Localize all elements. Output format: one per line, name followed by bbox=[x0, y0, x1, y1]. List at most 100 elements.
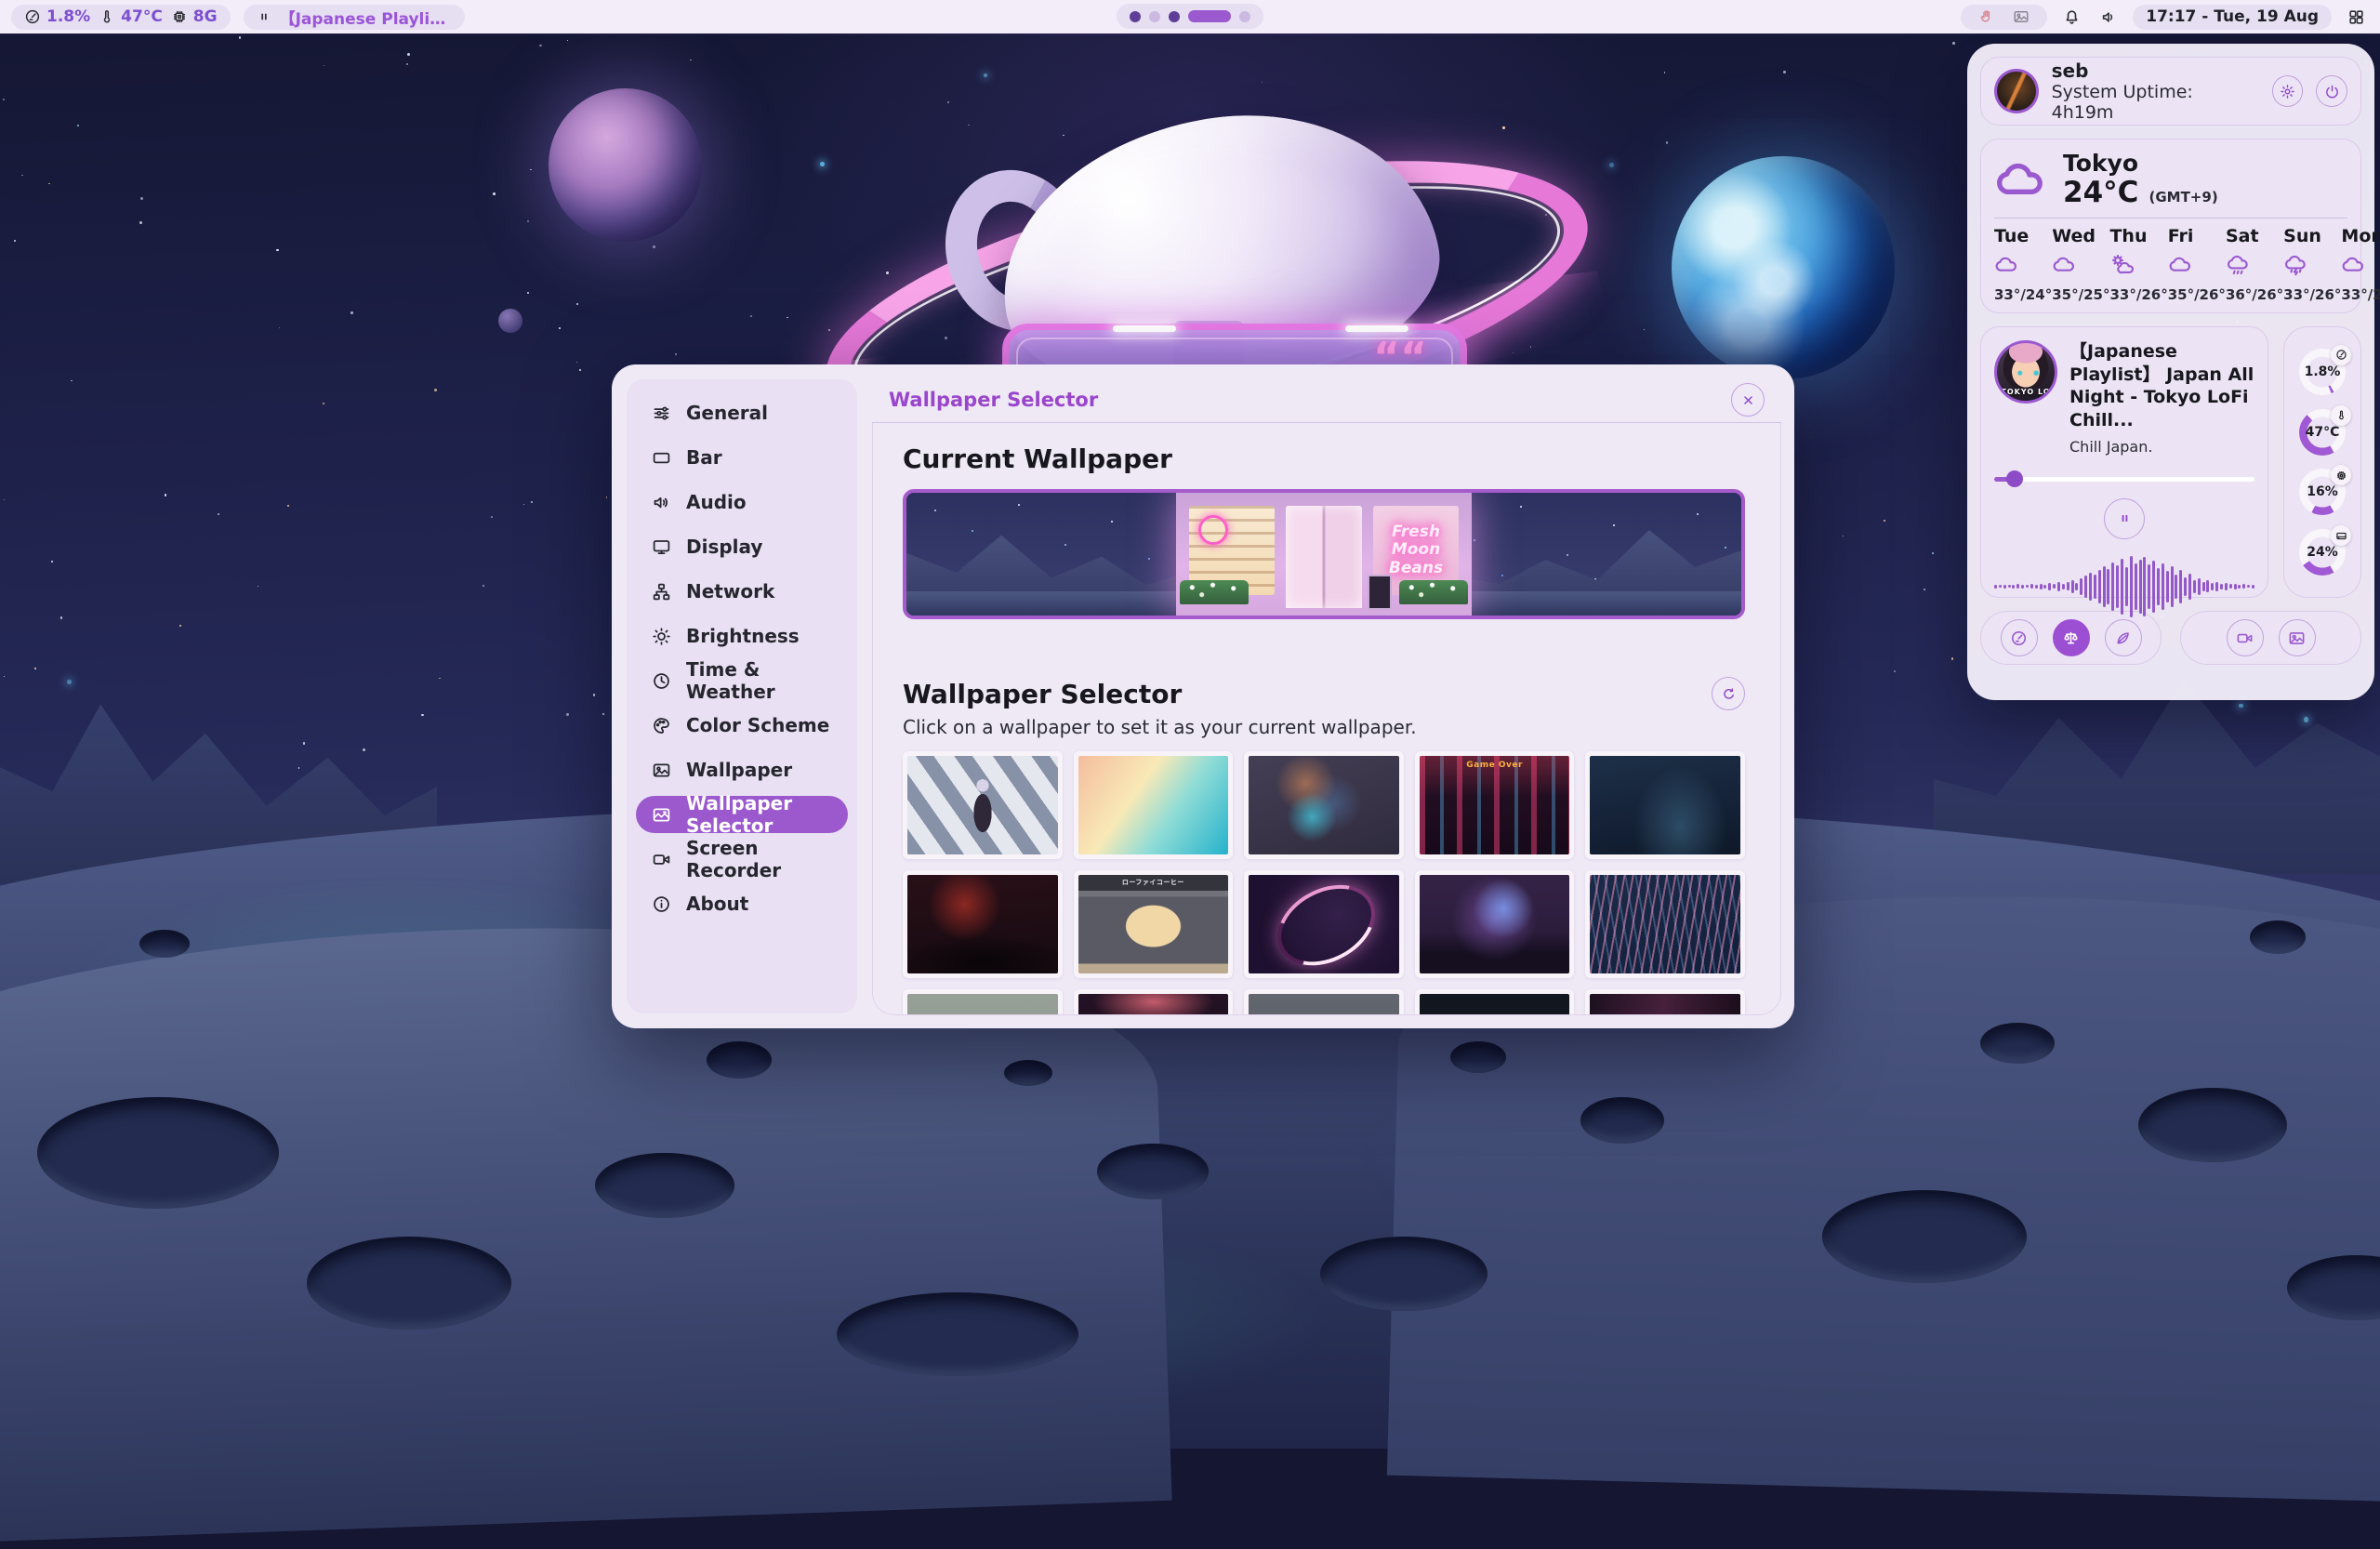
workspace-dot-2[interactable] bbox=[1149, 11, 1160, 22]
wallpaper-art bbox=[1590, 756, 1740, 854]
workspace-dot-3[interactable] bbox=[1169, 11, 1180, 22]
star bbox=[165, 494, 167, 496]
star bbox=[77, 125, 79, 126]
pause-button[interactable] bbox=[2104, 498, 2145, 539]
forecast-day-tue: Tue33°/24° bbox=[1994, 226, 2052, 303]
notifications-bell-icon[interactable] bbox=[2058, 4, 2084, 30]
star bbox=[750, 315, 752, 317]
power-button[interactable] bbox=[2316, 75, 2347, 107]
crater bbox=[37, 1097, 279, 1209]
top-bar-right: 17:17 - Tue, 19 Aug bbox=[1961, 4, 2369, 30]
refresh-button[interactable] bbox=[1712, 677, 1745, 710]
dashboard-grid-icon[interactable] bbox=[2343, 4, 2369, 30]
wallpaper-art bbox=[1078, 756, 1229, 854]
wallpaper-thumb-plum-gradient[interactable] bbox=[1585, 989, 1745, 1015]
star bbox=[539, 45, 541, 46]
sidebar-item-wallpaper-selector[interactable]: Wallpaper Selector bbox=[636, 796, 848, 833]
waveform-bar bbox=[2215, 582, 2218, 591]
wallpaper-thumb-pastel-gradient[interactable] bbox=[1074, 751, 1234, 859]
slider-thumb[interactable] bbox=[2006, 470, 2023, 487]
tray-image-icon[interactable] bbox=[2008, 4, 2034, 30]
sidebar-item-display[interactable]: Display bbox=[636, 528, 848, 565]
wallpaper-art bbox=[1249, 875, 1399, 973]
power-icon bbox=[2324, 84, 2340, 99]
wallpaper-thumb-aurora-blur[interactable] bbox=[1244, 751, 1404, 859]
day-label: Sat bbox=[2226, 226, 2283, 246]
sidebar-item-time-weather[interactable]: Time & Weather bbox=[636, 662, 848, 699]
star bbox=[218, 513, 219, 515]
workspace-dot-5[interactable] bbox=[1239, 11, 1250, 22]
waveform-bar bbox=[2139, 560, 2142, 614]
waveform-bar bbox=[2130, 556, 2133, 617]
workspace-dot-4[interactable] bbox=[1188, 10, 1231, 22]
cloud-icon bbox=[1994, 152, 2048, 206]
settings-button[interactable] bbox=[2272, 75, 2304, 107]
clock-label: 17:17 - Tue, 19 Aug bbox=[2146, 7, 2319, 26]
star bbox=[350, 311, 352, 313]
wallpaper-art bbox=[1249, 994, 1399, 1015]
volume-icon[interactable] bbox=[2096, 4, 2122, 30]
wallpaper-thumb-cyberpunk-arcade[interactable]: Game Over bbox=[1415, 751, 1575, 859]
wallpaper-tool-button[interactable] bbox=[2279, 619, 2316, 656]
waveform-bar bbox=[2008, 585, 2011, 588]
sidebar-item-label: About bbox=[686, 893, 748, 915]
sidebar-item-bar[interactable]: Bar bbox=[636, 439, 848, 476]
now-playing-pill[interactable]: 【Japanese Playlist】 J... bbox=[244, 5, 465, 30]
cloud-icon bbox=[2168, 252, 2193, 277]
sidebar-item-label: Audio bbox=[686, 491, 747, 513]
sidebar-item-about[interactable]: About bbox=[636, 885, 848, 922]
gauge-icon bbox=[24, 8, 41, 25]
wallpaper-thumb-anime-crosswalk[interactable] bbox=[903, 751, 1063, 859]
sidebar-item-wallpaper[interactable]: Wallpaper bbox=[636, 751, 848, 788]
cloud-weather-icon bbox=[1994, 252, 2052, 282]
wallpaper-thumb-pink-mesh[interactable] bbox=[1585, 870, 1745, 978]
day-label: Tue bbox=[1994, 226, 2052, 246]
music-player-card: TOKYO LO 【Japanese Playlist】 Japan All N… bbox=[1980, 326, 2268, 598]
clock-pill[interactable]: 17:17 - Tue, 19 Aug bbox=[2133, 5, 2332, 30]
pause-icon bbox=[2117, 510, 2133, 526]
waveform-bar bbox=[2103, 566, 2106, 607]
waveform-bar bbox=[1999, 585, 2002, 588]
waveform-bar bbox=[2107, 569, 2109, 604]
waveform-bar bbox=[2247, 585, 2250, 588]
wallpaper-thumb-nebula-forest[interactable] bbox=[1415, 870, 1575, 978]
star bbox=[523, 504, 524, 505]
cafe-planter-left bbox=[1180, 580, 1249, 604]
gauge-thermo: 47°C bbox=[2299, 409, 2346, 456]
sidebar-item-brightness[interactable]: Brightness bbox=[636, 617, 848, 655]
star bbox=[820, 162, 825, 166]
wallpaper-thumb-sage-flat[interactable] bbox=[903, 989, 1063, 1015]
system-gauges-card: 1.8%47°C16%24% bbox=[2283, 326, 2361, 598]
thermo-icon bbox=[2331, 405, 2351, 426]
waveform-bar bbox=[2229, 584, 2232, 589]
tray-hand-icon[interactable] bbox=[1974, 4, 2000, 30]
sidebar-item-audio[interactable]: Audio bbox=[636, 483, 848, 521]
wallpaper-thumb-rose-canopy[interactable] bbox=[1074, 989, 1234, 1015]
settings-main: Wallpaper Selector Current Wallpaper Fre… bbox=[872, 377, 1781, 1015]
wallpaper-thumb-violet-ring[interactable] bbox=[1244, 870, 1404, 978]
sidebar-item-general[interactable]: General bbox=[636, 394, 848, 431]
gauge-icon bbox=[2335, 349, 2347, 361]
sidebar-item-network[interactable]: Network bbox=[636, 573, 848, 610]
sign-highlight bbox=[1113, 325, 1176, 332]
track-info-row: TOKYO LO 【Japanese Playlist】 Japan All N… bbox=[1994, 340, 2254, 456]
wallpaper-art: ローファイコーヒー bbox=[1078, 875, 1229, 973]
star bbox=[407, 53, 410, 56]
sidebar-item-color-scheme[interactable]: Color Scheme bbox=[636, 707, 848, 744]
wallpaper-thumb-slate-flat[interactable] bbox=[1244, 989, 1404, 1015]
wallpaper-thumb-lofi-coffee-shop[interactable]: ローファイコーヒー bbox=[1074, 870, 1234, 978]
close-button[interactable] bbox=[1731, 383, 1765, 417]
seek-slider[interactable] bbox=[1994, 470, 2254, 487]
waveform-bar bbox=[2225, 583, 2228, 590]
memory-value: 8G bbox=[193, 7, 218, 26]
workspace-dot-1[interactable] bbox=[1130, 11, 1141, 22]
wallpaper-thumb-frozen-keep[interactable] bbox=[1585, 751, 1745, 859]
cloud-icon bbox=[2341, 252, 2366, 277]
sidebar-item-screen-recorder[interactable]: Screen Recorder bbox=[636, 841, 848, 878]
wallpaper-art bbox=[907, 994, 1058, 1015]
wallpaper-thumb-crimson-forest[interactable] bbox=[903, 870, 1063, 978]
sidebar-item-label: Brightness bbox=[686, 625, 800, 647]
wallpaper-thumb-midnight-flat[interactable] bbox=[1415, 989, 1575, 1015]
waveform-bar bbox=[2089, 573, 2092, 601]
crater bbox=[307, 1237, 511, 1330]
